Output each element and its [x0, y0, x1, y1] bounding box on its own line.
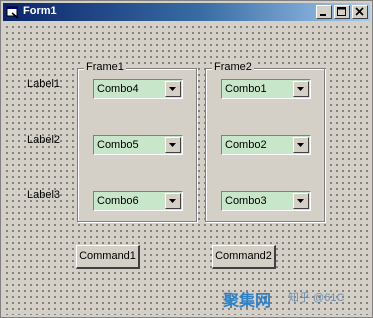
combo-4[interactable]: Combo4 — [93, 79, 183, 99]
combo-6-text: Combo6 — [97, 195, 139, 207]
label-1: Label1 — [27, 78, 61, 90]
close-button[interactable] — [352, 5, 368, 19]
form-icon — [6, 6, 19, 19]
combo-2-text: Combo2 — [225, 139, 267, 151]
window-title: Form1 — [23, 5, 57, 17]
watermark-text: 知乎 @61C — [288, 292, 345, 304]
minimize-icon — [320, 14, 326, 16]
combo-4-text: Combo4 — [97, 83, 139, 95]
title-bar[interactable]: Form1 — [3, 3, 370, 21]
command2-button[interactable]: Command2 — [212, 245, 276, 269]
combo-1-dropdown-button[interactable] — [293, 81, 309, 97]
combo-5-dropdown-button[interactable] — [165, 137, 181, 153]
combo-2-dropdown-button[interactable] — [293, 137, 309, 153]
dropdown-arrow-icon — [169, 199, 176, 203]
label-3: Label3 — [27, 189, 61, 201]
form-window: Form1 Label1 Label2 Label3 Frame1 Combo4… — [0, 0, 373, 318]
minimize-button[interactable] — [316, 5, 332, 19]
form-client-area: Label1 Label2 Label3 Frame1 Combo4 Combo… — [3, 23, 370, 315]
dropdown-arrow-icon — [169, 87, 176, 91]
combo-6[interactable]: Combo6 — [93, 191, 183, 211]
maximize-button[interactable] — [334, 5, 350, 19]
combo-1-text: Combo1 — [225, 83, 267, 95]
close-icon — [355, 7, 364, 16]
frame-2: Frame2 Combo1 Combo2 Combo3 — [205, 61, 325, 222]
maximize-icon — [337, 7, 346, 16]
command1-button[interactable]: Command1 — [76, 245, 140, 269]
combo-3-dropdown-button[interactable] — [293, 193, 309, 209]
combo-5[interactable]: Combo5 — [93, 135, 183, 155]
combo-3-text: Combo3 — [225, 195, 267, 207]
combo-2[interactable]: Combo2 — [221, 135, 311, 155]
combo-4-dropdown-button[interactable] — [165, 81, 181, 97]
dropdown-arrow-icon — [297, 199, 304, 203]
dropdown-arrow-icon — [297, 143, 304, 147]
frame-2-caption: Frame2 — [212, 61, 254, 73]
dropdown-arrow-icon — [169, 143, 176, 147]
label-2: Label2 — [27, 134, 61, 146]
combo-1[interactable]: Combo1 — [221, 79, 311, 99]
combo-3[interactable]: Combo3 — [221, 191, 311, 211]
watermark-brand: 聚集网 — [223, 293, 272, 310]
combo-5-text: Combo5 — [97, 139, 139, 151]
dropdown-arrow-icon — [297, 87, 304, 91]
combo-6-dropdown-button[interactable] — [165, 193, 181, 209]
frame-1-caption: Frame1 — [84, 61, 126, 73]
frame-1: Frame1 Combo4 Combo5 Combo6 — [77, 61, 197, 222]
